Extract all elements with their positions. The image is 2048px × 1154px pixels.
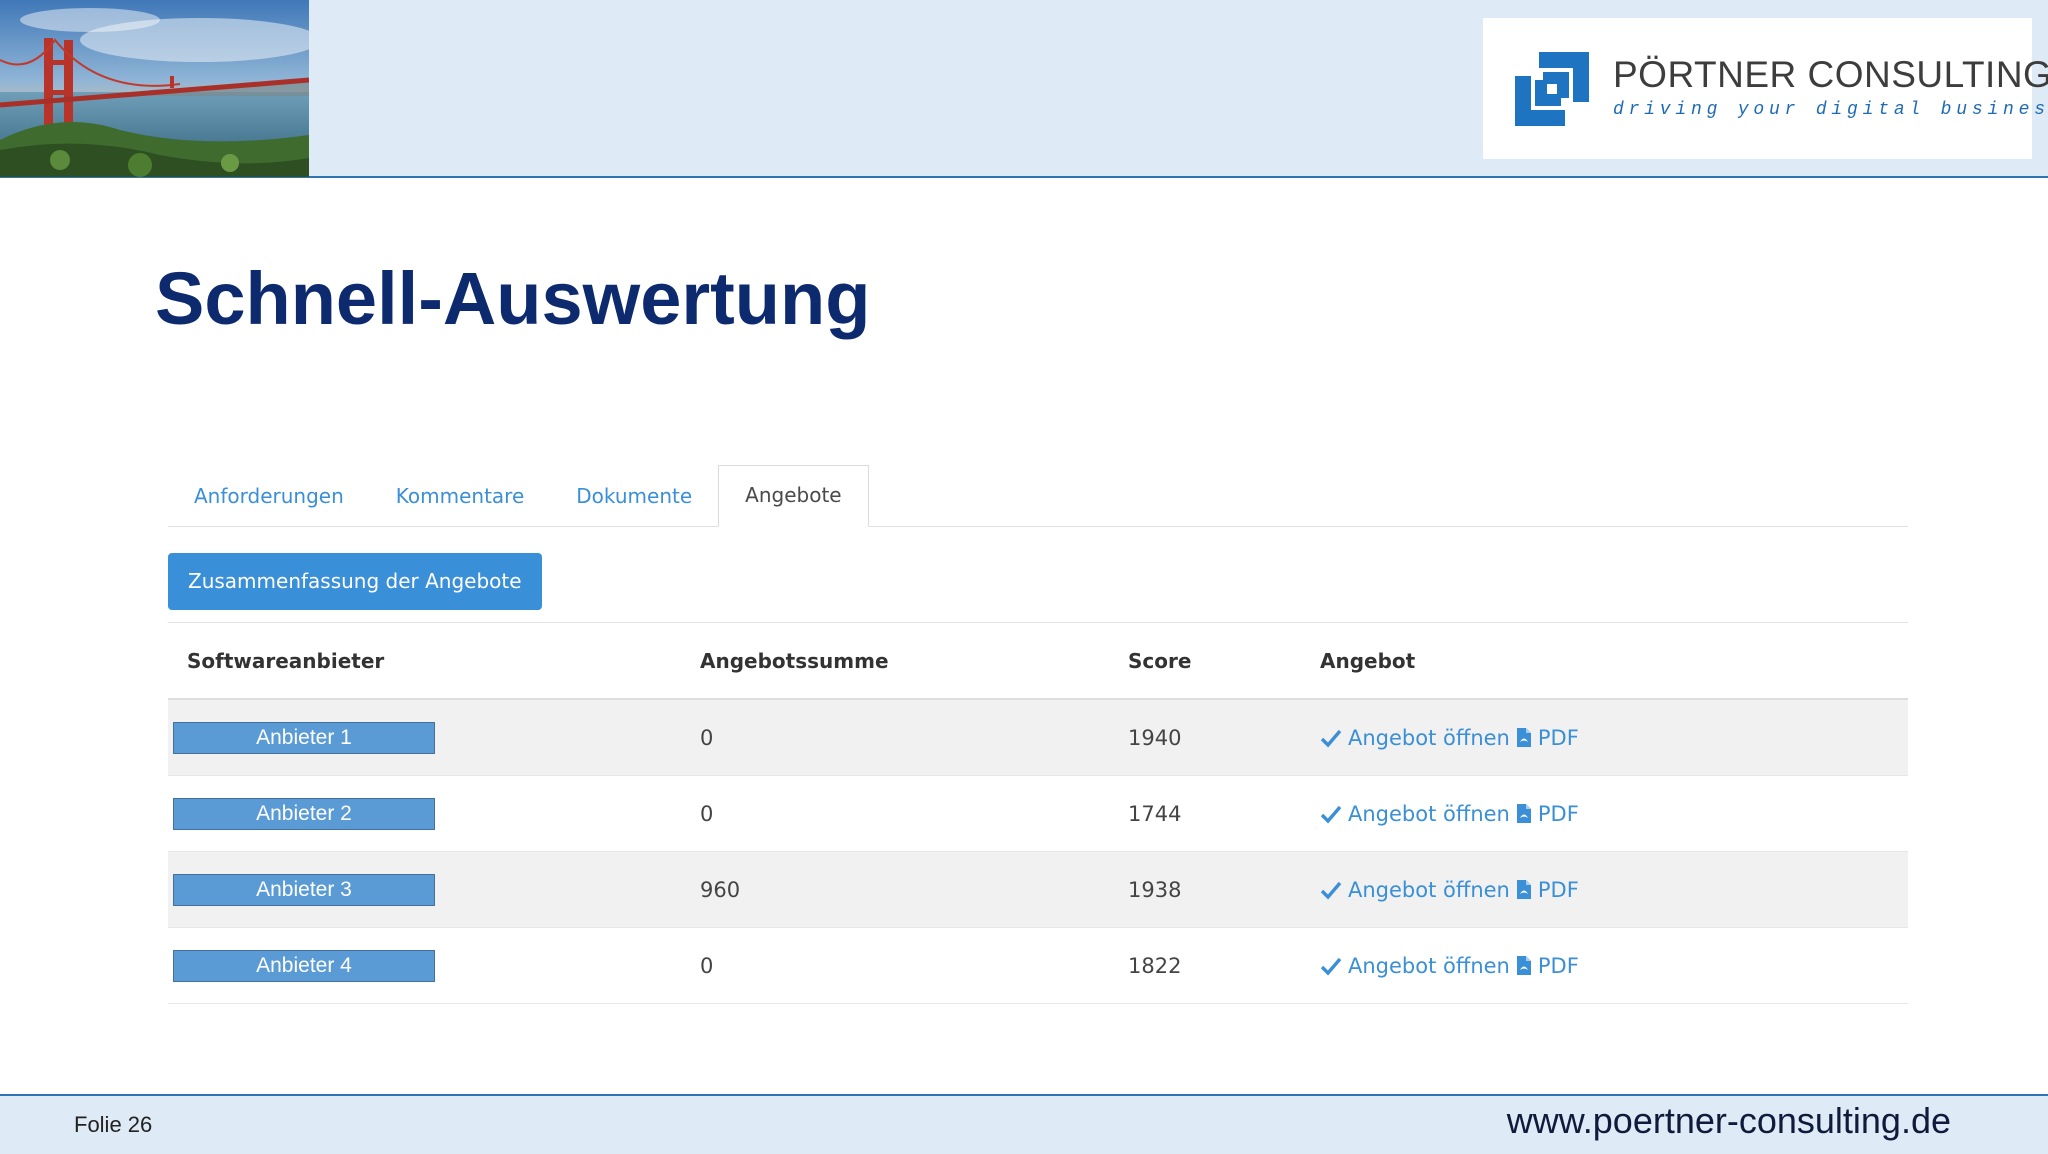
check-icon: [1320, 729, 1342, 748]
logo-company-name: PÖRTNER CONSULTING: [1613, 54, 2048, 95]
score: 1938: [1128, 877, 1182, 902]
column-header-vendor: Softwareanbieter: [187, 648, 385, 673]
company-logo: PÖRTNER CONSULTING driving your digital …: [1483, 18, 2048, 159]
open-offer-label: Angebot öffnen: [1348, 801, 1510, 826]
pdf-file-icon: [1516, 956, 1531, 975]
pdf-label: PDF: [1537, 953, 1579, 978]
tab-angebote[interactable]: Angebote: [718, 465, 869, 527]
offer-sum: 0: [700, 801, 714, 826]
column-header-offer-sum: Angebotssumme: [700, 648, 889, 673]
score: 1940: [1128, 725, 1182, 750]
offer-evaluation-app: Anforderungen Kommentare Dokumente Angeb…: [168, 465, 1908, 1004]
table-row: Anbieter 3 960 1938 Angebot öffnen PDF: [168, 852, 1908, 928]
offer-sum: 0: [700, 953, 714, 978]
pdf-label: PDF: [1537, 877, 1579, 902]
pdf-label: PDF: [1537, 725, 1579, 750]
table-header-row: Softwareanbieter Angebotssumme Score Ang…: [168, 623, 1908, 700]
check-icon: [1320, 805, 1342, 824]
open-offer-link[interactable]: Angebot öffnen: [1320, 726, 1510, 750]
pdf-link[interactable]: PDF: [1510, 726, 1579, 750]
column-header-offer: Angebot: [1320, 648, 1416, 673]
pdf-link[interactable]: PDF: [1510, 878, 1579, 902]
tab-dokumente[interactable]: Dokumente: [550, 467, 718, 526]
score: 1822: [1128, 953, 1182, 978]
check-icon: [1320, 957, 1342, 976]
logo-mark-icon: [1515, 52, 1589, 126]
tab-bar: Anforderungen Kommentare Dokumente Angeb…: [168, 465, 1908, 527]
pdf-file-icon: [1516, 728, 1531, 747]
tab-anforderungen[interactable]: Anforderungen: [168, 467, 370, 526]
vendor-name: Anbieter 3: [173, 873, 435, 906]
slide-title: Schnell-Auswertung: [155, 257, 871, 340]
tab-kommentare[interactable]: Kommentare: [370, 467, 551, 526]
offer-sum: 0: [700, 725, 714, 750]
pdf-file-icon: [1516, 804, 1531, 823]
vendor-name: Anbieter 2: [173, 797, 435, 830]
open-offer-link[interactable]: Angebot öffnen: [1320, 878, 1510, 902]
open-offer-label: Angebot öffnen: [1348, 877, 1510, 902]
check-icon: [1320, 881, 1342, 900]
table-row: Anbieter 1 0 1940 Angebot öffnen PDF: [168, 700, 1908, 776]
offer-summary-button[interactable]: Zusammenfassung der Angebote: [168, 553, 542, 610]
pdf-label: PDF: [1537, 801, 1579, 826]
offers-table: Softwareanbieter Angebotssumme Score Ang…: [168, 622, 1908, 1004]
table-row: Anbieter 4 0 1822 Angebot öffnen PDF: [168, 928, 1908, 1004]
open-offer-link[interactable]: Angebot öffnen: [1320, 802, 1510, 826]
open-offer-link[interactable]: Angebot öffnen: [1320, 954, 1510, 978]
golden-gate-bridge-photo: [0, 0, 309, 177]
table-row: Anbieter 2 0 1744 Angebot öffnen PDF: [168, 776, 1908, 852]
column-header-score: Score: [1128, 648, 1192, 673]
logo-tagline: driving your digital business: [1613, 100, 2048, 120]
slide-number: Folie 26: [74, 1112, 153, 1137]
pdf-link[interactable]: PDF: [1510, 802, 1579, 826]
vendor-name: Anbieter 1: [173, 721, 435, 754]
score: 1744: [1128, 801, 1182, 826]
footer-website-url: www.poertner-consulting.de: [1506, 1100, 1951, 1141]
offer-sum: 960: [700, 877, 741, 902]
pdf-file-icon: [1516, 880, 1531, 899]
vendor-name: Anbieter 4: [173, 949, 435, 982]
open-offer-label: Angebot öffnen: [1348, 953, 1510, 978]
open-offer-label: Angebot öffnen: [1348, 725, 1510, 750]
pdf-link[interactable]: PDF: [1510, 954, 1579, 978]
